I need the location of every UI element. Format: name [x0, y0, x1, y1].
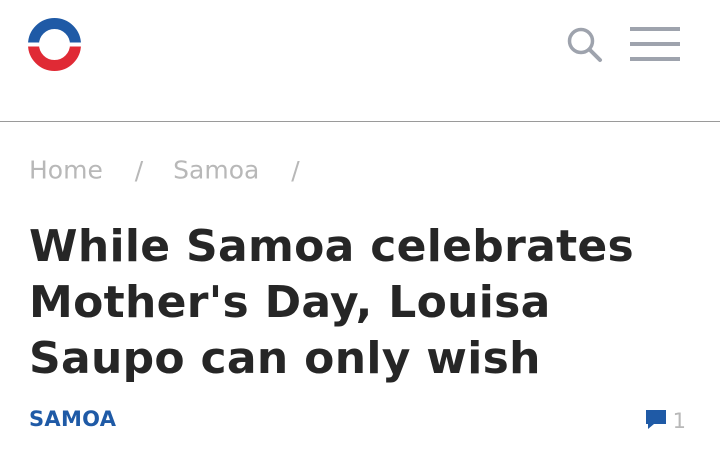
search-icon[interactable] — [566, 26, 604, 64]
comment-count: 1 — [672, 409, 686, 433]
circle-logo-icon[interactable] — [27, 17, 82, 72]
breadcrumb: Home / Samoa / — [29, 154, 322, 185]
comments-link[interactable]: 1 — [645, 407, 686, 435]
breadcrumb-separator: / — [134, 155, 144, 185]
article-title: While Samoa celebrates Mother's Day, Lou… — [29, 221, 635, 384]
breadcrumb-samoa-link[interactable]: Samoa — [173, 156, 259, 185]
breadcrumb-separator: / — [291, 155, 300, 185]
hamburger-menu-icon[interactable] — [630, 26, 680, 62]
category-link[interactable]: SAMOA — [29, 407, 116, 431]
comment-bubble-icon — [645, 408, 667, 434]
breadcrumb-home-link[interactable]: Home — [29, 156, 103, 185]
site-header — [0, 0, 720, 122]
